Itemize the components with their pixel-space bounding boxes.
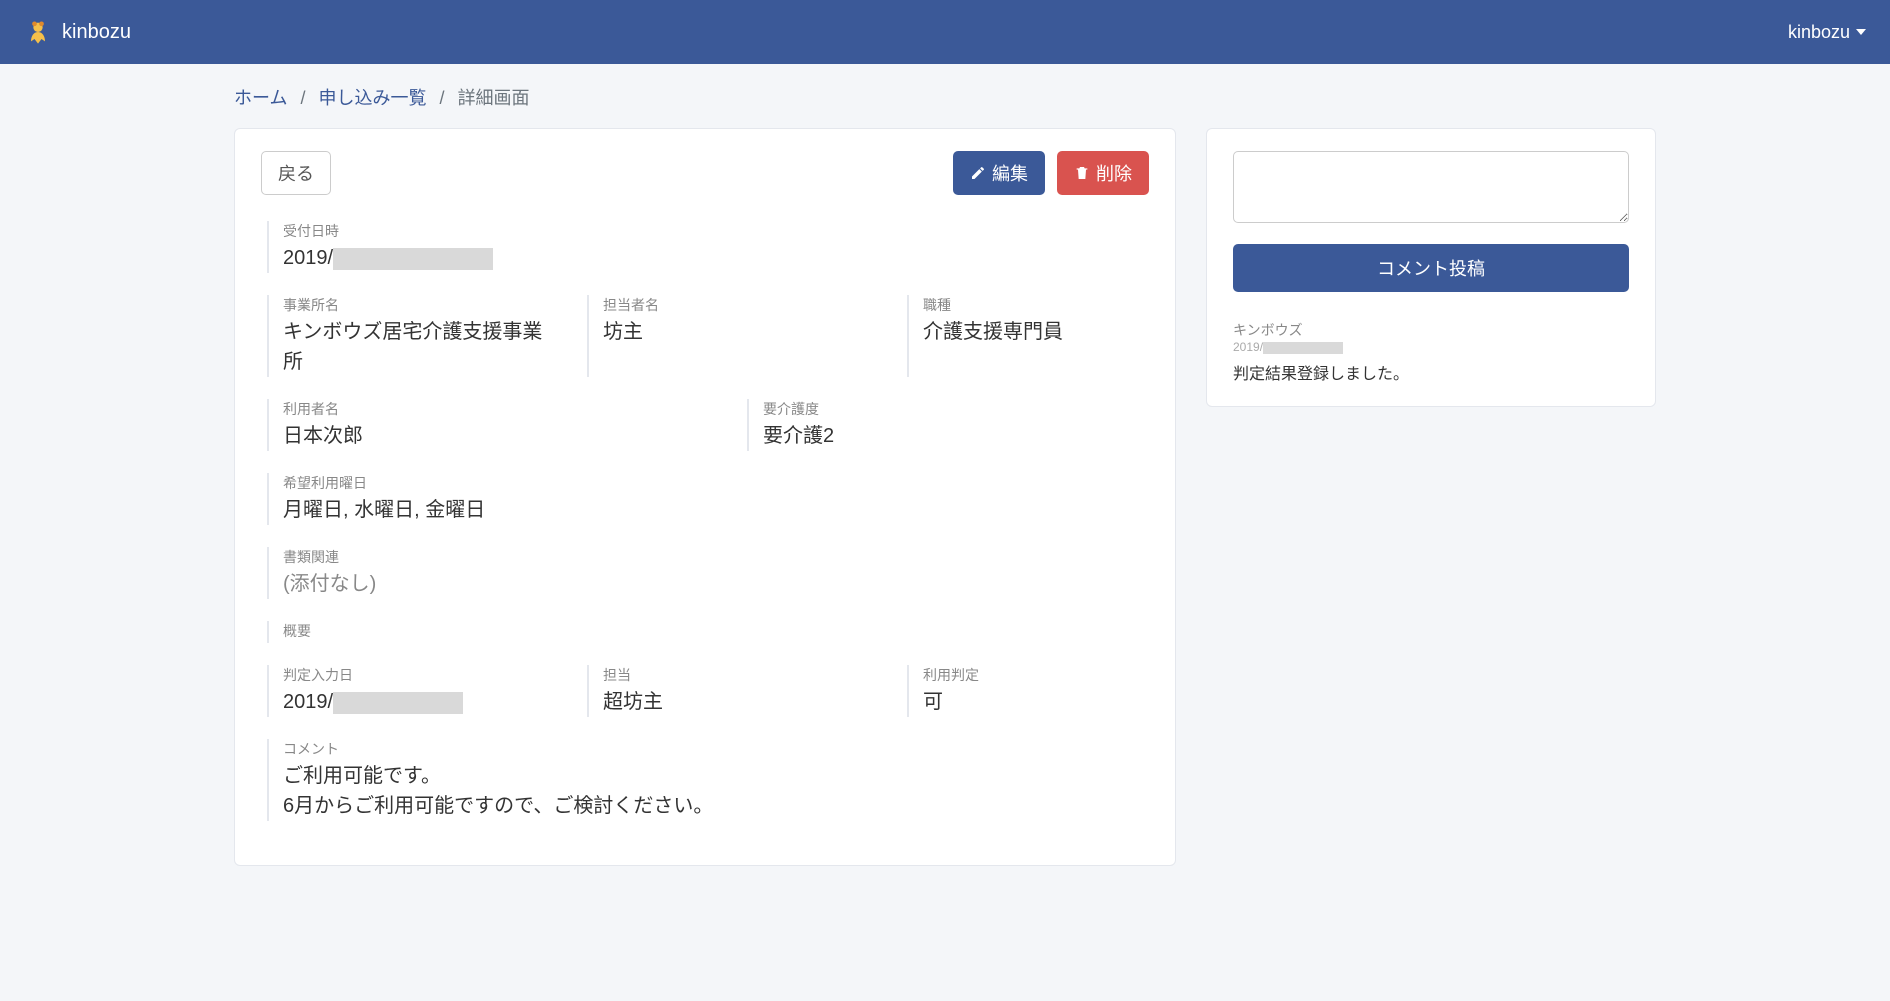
field-label: 書類関連 [283, 547, 1149, 567]
redacted-block [333, 692, 463, 714]
field-value: 日本次郎 [283, 421, 707, 451]
field-label: 希望利用曜日 [283, 473, 1149, 493]
field-summary: 概要 [267, 621, 1149, 643]
comment-submit-button[interactable]: コメント投稿 [1233, 244, 1629, 292]
field-comment: コメント ご利用可能です。 6月からご利用可能ですので、ご検討ください。 [267, 739, 1149, 821]
redacted-block [1263, 342, 1343, 354]
field-received: 受付日時 2019/ [267, 221, 1149, 273]
field-value: 月曜日, 水曜日, 金曜日 [283, 495, 1149, 525]
field-judged-date: 判定入力日 2019/ [267, 665, 547, 717]
edit-icon [970, 165, 986, 181]
user-menu[interactable]: kinbozu [1788, 22, 1866, 43]
delete-button[interactable]: 削除 [1057, 151, 1149, 195]
comment-submit-label: コメント投稿 [1377, 259, 1485, 279]
breadcrumb-home[interactable]: ホーム [234, 88, 287, 108]
comment-body: 判定結果登録しました。 [1233, 360, 1629, 384]
brand-text: kinbozu [62, 21, 131, 44]
field-label: 担当者名 [603, 295, 867, 315]
field-value: 2019/ [283, 687, 547, 717]
field-label: 担当 [603, 665, 867, 685]
field-value: 2019/ [283, 243, 1149, 273]
field-label: 要介護度 [763, 399, 1149, 419]
field-value: 超坊主 [603, 687, 867, 717]
field-label: 事業所名 [283, 295, 547, 315]
field-label: 利用者名 [283, 399, 707, 419]
field-value: キンボウズ居宅介護支援事業所 [283, 317, 547, 377]
field-judgement: 利用判定 可 [907, 665, 1149, 717]
comment-item: キンボウズ 2019/ 判定結果登録しました。 [1233, 320, 1629, 384]
field-judged-by: 担当 超坊主 [587, 665, 867, 717]
breadcrumb: ホーム / 申し込み一覧 / 詳細画面 [234, 84, 1656, 110]
app-logo-icon [24, 18, 52, 46]
field-docs: 書類関連 (添付なし) [267, 547, 1149, 599]
back-label: 戻る [278, 160, 314, 186]
comment-input[interactable] [1233, 151, 1629, 223]
breadcrumb-sep: / [300, 88, 305, 108]
field-carelevel: 要介護度 要介護2 [747, 399, 1149, 451]
breadcrumb-current: 詳細画面 [458, 88, 530, 108]
edit-label: 編集 [992, 160, 1028, 186]
field-value: 介護支援専門員 [923, 317, 1149, 347]
field-label: 利用判定 [923, 665, 1149, 685]
field-user: 利用者名 日本次郎 [267, 399, 707, 451]
detail-card: 戻る 編集 削除 受付日時 [234, 128, 1176, 866]
detail-toolbar: 戻る 編集 削除 [261, 151, 1149, 195]
navbar-brand[interactable]: kinbozu [24, 18, 131, 46]
breadcrumb-sep: / [440, 88, 445, 108]
field-label: 職種 [923, 295, 1149, 315]
field-value: 要介護2 [763, 421, 1149, 451]
comment-panel: コメント投稿 キンボウズ 2019/ 判定結果登録しました。 [1206, 128, 1656, 407]
field-value: 坊主 [603, 317, 867, 347]
field-jobtype: 職種 介護支援専門員 [907, 295, 1149, 377]
comment-author: キンボウズ [1233, 320, 1629, 340]
field-value: 可 [923, 687, 1149, 717]
field-label: 判定入力日 [283, 665, 547, 685]
field-value: ご利用可能です。 6月からご利用可能ですので、ご検討ください。 [283, 761, 1149, 821]
back-button[interactable]: 戻る [261, 151, 331, 195]
navbar: kinbozu kinbozu [0, 0, 1890, 64]
field-value: (添付なし) [283, 569, 1149, 599]
comment-date: 2019/ [1233, 340, 1629, 354]
field-days: 希望利用曜日 月曜日, 水曜日, 金曜日 [267, 473, 1149, 525]
edit-button[interactable]: 編集 [953, 151, 1045, 195]
breadcrumb-list[interactable]: 申し込み一覧 [319, 88, 427, 108]
field-label: 受付日時 [283, 221, 1149, 241]
delete-label: 削除 [1096, 160, 1132, 186]
field-office: 事業所名 キンボウズ居宅介護支援事業所 [267, 295, 547, 377]
field-label: コメント [283, 739, 1149, 759]
trash-icon [1074, 165, 1090, 181]
field-label: 概要 [283, 621, 1149, 641]
user-name: kinbozu [1788, 22, 1850, 43]
field-contact: 担当者名 坊主 [587, 295, 867, 377]
redacted-block [333, 248, 493, 270]
caret-down-icon [1856, 29, 1866, 35]
